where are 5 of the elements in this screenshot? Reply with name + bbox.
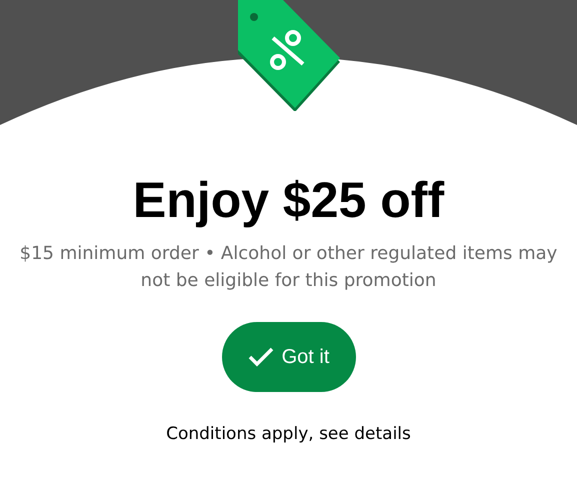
promo-title: Enjoy $25 off (132, 171, 444, 230)
checkmark-icon (248, 347, 274, 367)
promo-description: $15 minimum order • Alcohol or other regulated items may not be eligible for this promotion (18, 242, 558, 293)
conditions-link[interactable]: Conditions apply, see details (166, 422, 411, 448)
got-it-button[interactable]: Got it (222, 322, 356, 392)
